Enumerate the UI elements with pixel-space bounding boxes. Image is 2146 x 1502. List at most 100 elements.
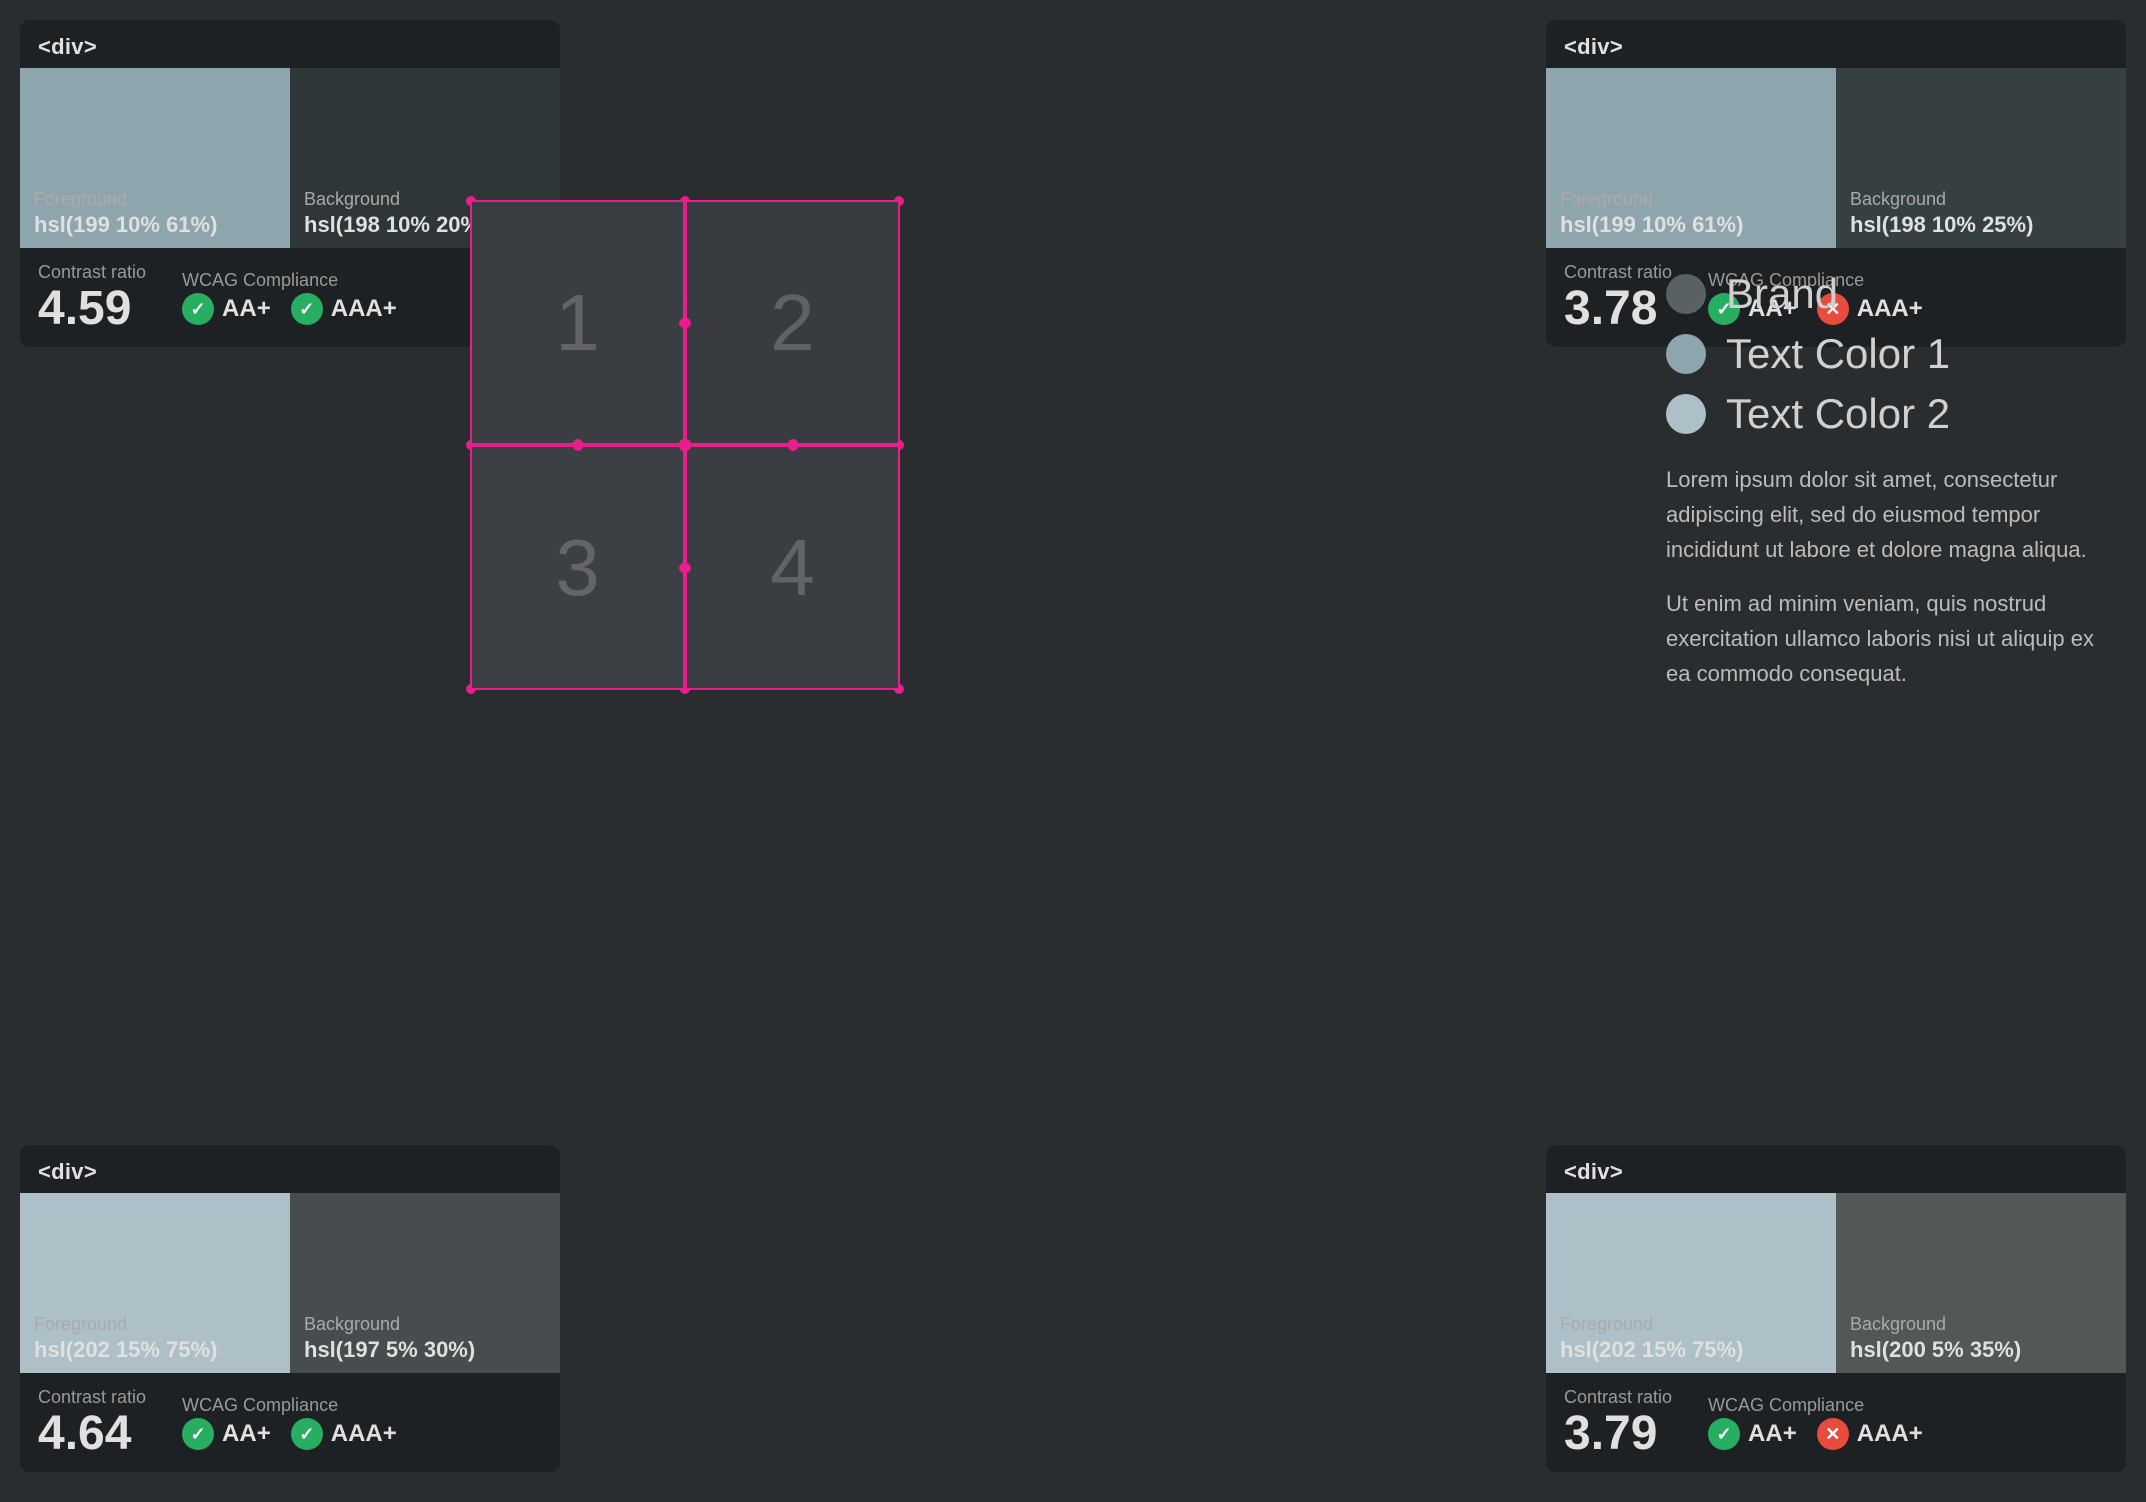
bottom-left-aa-icon: ✓: [182, 1418, 214, 1450]
text2-dot: [1666, 394, 1706, 434]
card-top-left-tag: <div>: [20, 20, 560, 68]
top-left-aaa-icon: ✓: [291, 293, 323, 325]
text2-label: Text Color 2: [1726, 390, 1950, 438]
top-left-contrast-value: 4.59: [38, 285, 146, 333]
bottom-left-bg-swatch: Background hsl(197 5% 30%): [290, 1193, 560, 1373]
legend-text2: Text Color 2: [1666, 390, 2116, 438]
lorem-block: Lorem ipsum dolor sit amet, consectetur …: [1666, 462, 2116, 691]
top-left-aa-badge: ✓ AA+: [182, 293, 271, 325]
bottom-left-wcag-label: WCAG Compliance: [182, 1395, 397, 1416]
canvas-cell-3: 3: [472, 445, 685, 688]
bottom-right-bg-label: Background: [1850, 1314, 2112, 1335]
top-right-bg-label: Background: [1850, 189, 2112, 210]
top-left-aa-icon: ✓: [182, 293, 214, 325]
bottom-left-fg-value: hsl(202 15% 75%): [34, 1337, 276, 1363]
bottom-right-contrast-label: Contrast ratio: [1564, 1387, 1672, 1408]
canvas-cell-1: 1: [472, 202, 685, 445]
bottom-right-fg-label: Foreground: [1560, 1314, 1822, 1335]
card-top-right-tag: <div>: [1546, 20, 2126, 68]
legend-text1: Text Color 1: [1666, 330, 2116, 378]
bottom-right-aa-badge: ✓ AA+: [1708, 1418, 1797, 1450]
top-right-contrast: Contrast ratio 3.78: [1564, 262, 1672, 333]
bottom-left-contrast: Contrast ratio 4.64: [38, 1387, 146, 1458]
bottom-right-stats: Contrast ratio 3.79 WCAG Compliance ✓ AA…: [1546, 1373, 2126, 1472]
bottom-left-fg-label: Foreground: [34, 1314, 276, 1335]
top-left-aa-label: AA+: [222, 295, 271, 323]
canvas-area: 1 2 3: [470, 200, 900, 690]
top-right-fg-value: hsl(199 10% 61%): [1560, 212, 1822, 238]
bottom-right-aa-label: AA+: [1748, 1420, 1797, 1448]
bottom-right-swatches: Foreground hsl(202 15% 75%) Background h…: [1546, 1193, 2126, 1373]
bottom-left-aa-badge: ✓ AA+: [182, 1418, 271, 1450]
canvas-inner-grid: 1 2 3: [472, 202, 898, 688]
card-bottom-left: <div> Foreground hsl(202 15% 75%) Backgr…: [20, 1145, 560, 1472]
bottom-right-bg-value: hsl(200 5% 35%): [1850, 1337, 2112, 1363]
top-left-wcag-label: WCAG Compliance: [182, 270, 397, 291]
bottom-left-wcag: WCAG Compliance ✓ AA+ ✓ AAA+: [182, 1395, 397, 1450]
top-left-wcag: WCAG Compliance ✓ AA+ ✓ AAA+: [182, 270, 397, 325]
handle-cell2-mid-left[interactable]: [681, 318, 691, 328]
text1-label: Text Color 1: [1726, 330, 1950, 378]
bottom-right-aa-icon: ✓: [1708, 1418, 1740, 1450]
lorem-p1: Lorem ipsum dolor sit amet, consectetur …: [1666, 462, 2116, 568]
top-left-aaa-label: AAA+: [331, 295, 397, 323]
bottom-left-contrast-value: 4.64: [38, 1410, 146, 1458]
right-panel: Brand Text Color 1 Text Color 2 Lorem ip…: [1666, 270, 2116, 691]
bottom-right-aaa-icon: ✕: [1817, 1418, 1849, 1450]
top-right-bg-value: hsl(198 10% 25%): [1850, 212, 2112, 238]
bottom-left-contrast-label: Contrast ratio: [38, 1387, 146, 1408]
top-left-fg-label: Foreground: [34, 189, 276, 210]
bottom-right-wcag-group: ✓ AA+ ✕ AAA+: [1708, 1418, 1923, 1450]
handle-cell4-mid-left[interactable]: [681, 563, 691, 573]
top-right-fg-swatch: Foreground hsl(199 10% 61%): [1546, 68, 1836, 248]
bottom-left-aaa-label: AAA+: [331, 1420, 397, 1448]
bottom-right-aaa-badge: ✕ AAA+: [1817, 1418, 1923, 1450]
top-right-fg-label: Foreground: [1560, 189, 1822, 210]
canvas-cell-1-label: 1: [555, 277, 600, 369]
top-left-aaa-badge: ✓ AAA+: [291, 293, 397, 325]
bottom-right-fg-value: hsl(202 15% 75%): [1560, 1337, 1822, 1363]
top-left-wcag-group: ✓ AA+ ✓ AAA+: [182, 293, 397, 325]
canvas-cell-3-label: 3: [555, 522, 600, 614]
bottom-left-aaa-icon: ✓: [291, 1418, 323, 1450]
bottom-left-fg-swatch: Foreground hsl(202 15% 75%): [20, 1193, 290, 1373]
lorem-p2: Ut enim ad minim veniam, quis nostrud ex…: [1666, 586, 2116, 692]
bottom-right-contrast-value: 3.79: [1564, 1410, 1672, 1458]
bottom-right-bg-swatch: Background hsl(200 5% 35%): [1836, 1193, 2126, 1373]
bottom-right-wcag-label: WCAG Compliance: [1708, 1395, 1923, 1416]
canvas-cell-2: 2: [685, 202, 898, 445]
top-left-contrast: Contrast ratio 4.59: [38, 262, 146, 333]
text1-dot: [1666, 334, 1706, 374]
top-left-fg-value: hsl(199 10% 61%): [34, 212, 276, 238]
canvas-cell-4-label: 4: [770, 522, 815, 614]
bottom-left-stats: Contrast ratio 4.64 WCAG Compliance ✓ AA…: [20, 1373, 560, 1472]
bottom-left-bg-value: hsl(197 5% 30%): [304, 1337, 546, 1363]
bottom-right-aaa-label: AAA+: [1857, 1420, 1923, 1448]
bottom-left-aaa-badge: ✓ AAA+: [291, 1418, 397, 1450]
top-right-bg-swatch: Background hsl(198 10% 25%): [1836, 68, 2126, 248]
canvas-grid-outer: 1 2 3: [470, 200, 900, 690]
bottom-left-aa-label: AA+: [222, 1420, 271, 1448]
top-left-fg-swatch: Foreground hsl(199 10% 61%): [20, 68, 290, 248]
bottom-left-swatches: Foreground hsl(202 15% 75%) Background h…: [20, 1193, 560, 1373]
bottom-right-fg-swatch: Foreground hsl(202 15% 75%): [1546, 1193, 1836, 1373]
top-right-swatches: Foreground hsl(199 10% 61%) Background h…: [1546, 68, 2126, 248]
brand-dot: [1666, 274, 1706, 314]
canvas-cell-2-label: 2: [770, 277, 815, 369]
top-right-contrast-label: Contrast ratio: [1564, 262, 1672, 283]
handle-cell3-top-mid[interactable]: [573, 441, 583, 451]
handle-cell4-top-left[interactable]: [681, 441, 691, 451]
bottom-left-bg-label: Background: [304, 1314, 546, 1335]
bottom-right-wcag: WCAG Compliance ✓ AA+ ✕ AAA+: [1708, 1395, 1923, 1450]
handle-cell4-top-mid[interactable]: [788, 441, 798, 451]
card-bottom-left-tag: <div>: [20, 1145, 560, 1193]
legend-brand: Brand: [1666, 270, 2116, 318]
bottom-left-wcag-group: ✓ AA+ ✓ AAA+: [182, 1418, 397, 1450]
card-bottom-right-tag: <div>: [1546, 1145, 2126, 1193]
canvas-cell-4: 4: [685, 445, 898, 688]
brand-label: Brand: [1726, 270, 1838, 318]
top-right-contrast-value: 3.78: [1564, 285, 1672, 333]
top-left-contrast-label: Contrast ratio: [38, 262, 146, 283]
card-bottom-right: <div> Foreground hsl(202 15% 75%) Backgr…: [1546, 1145, 2126, 1472]
bottom-right-contrast: Contrast ratio 3.79: [1564, 1387, 1672, 1458]
